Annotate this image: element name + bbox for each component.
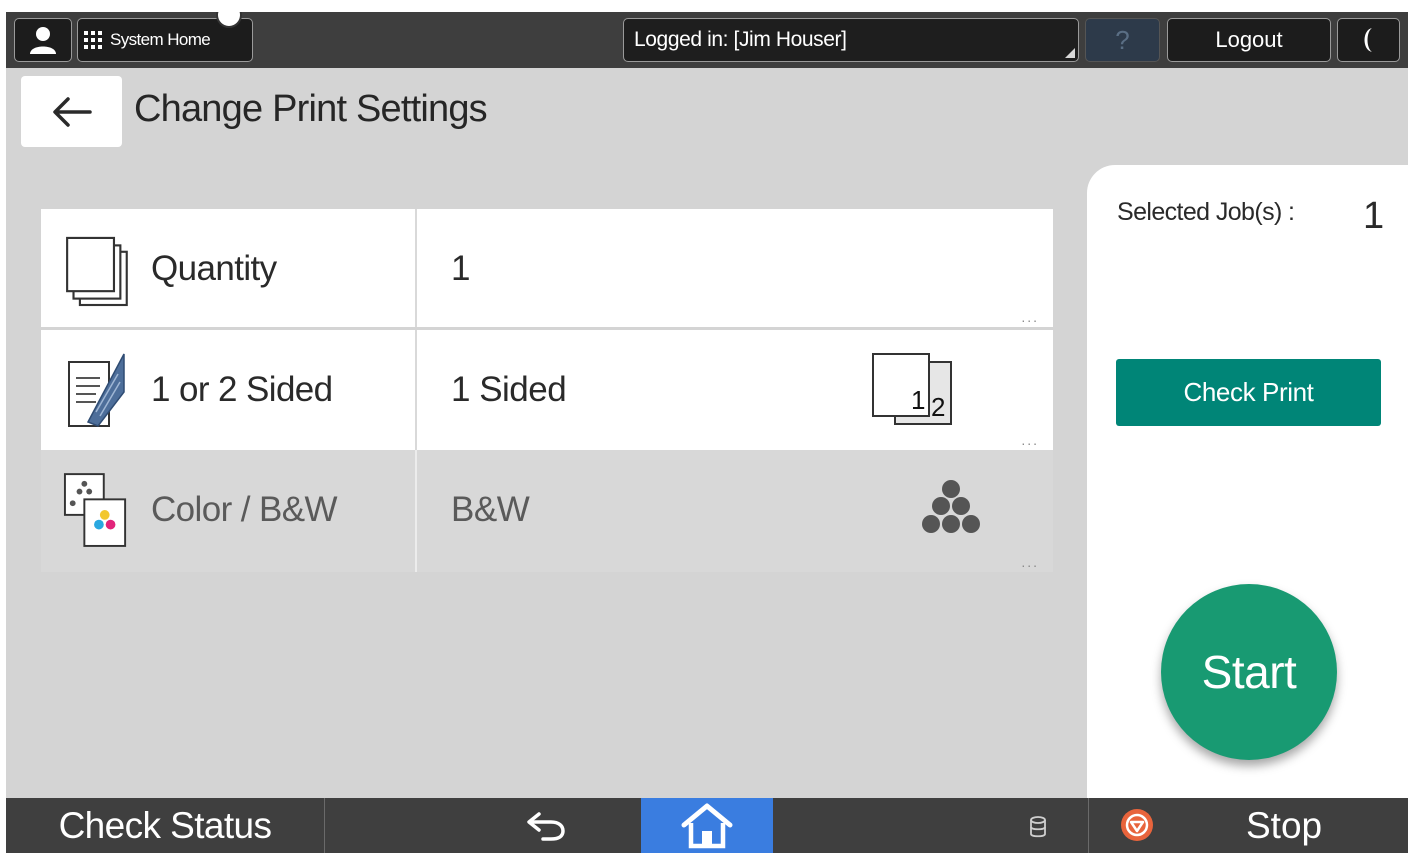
- logout-button[interactable]: Logout: [1167, 18, 1331, 62]
- stop-icon[interactable]: [1120, 808, 1154, 842]
- user-icon: [30, 27, 56, 54]
- bottom-bar: Check Status Stop: [6, 798, 1408, 853]
- more-indicator: ...: [1021, 432, 1039, 448]
- setting-label: Quantity: [151, 249, 277, 288]
- user-button[interactable]: [14, 18, 72, 62]
- black-toner-dots-icon: [922, 480, 980, 533]
- one-sided-pages-icon: 1 2: [872, 353, 952, 425]
- more-indicator: ...: [1021, 554, 1039, 570]
- duplex-sheet-icon: [68, 353, 125, 427]
- expand-corner-icon: [1065, 48, 1075, 58]
- selected-jobs-count: 1: [1363, 195, 1385, 237]
- stacked-pages-icon: [66, 236, 128, 307]
- setting-value: 1: [451, 249, 470, 288]
- undo-arrow-icon: [527, 812, 565, 841]
- home-button[interactable]: [641, 798, 773, 853]
- page-title: Change Print Settings: [134, 88, 488, 130]
- setting-label: 1 or 2 Sided: [151, 370, 333, 409]
- setting-row-color: Color / B&W B&W ...: [41, 450, 1053, 572]
- bar-divider: [324, 798, 325, 853]
- help-button[interactable]: ?: [1085, 18, 1160, 62]
- system-home-label: System Home: [110, 30, 211, 49]
- row-divider: [415, 209, 417, 327]
- login-status-field[interactable]: Logged in: [Jim Houser]: [623, 18, 1079, 62]
- back-arrow-icon: [52, 96, 92, 127]
- setting-value: 1 Sided: [451, 370, 567, 409]
- start-button[interactable]: Start: [1161, 584, 1337, 760]
- svg-text:2: 2: [931, 392, 945, 422]
- apps-grid-icon: [84, 31, 102, 49]
- stop-button[interactable]: Stop: [1246, 798, 1322, 853]
- reset-button[interactable]: [506, 806, 586, 846]
- login-status-text: Logged in: [Jim Houser]: [634, 28, 847, 51]
- help-icon: ?: [1115, 24, 1130, 55]
- setting-row-sides[interactable]: 1 or 2 Sided 1 Sided 1 2 ...: [41, 330, 1053, 450]
- bar-divider: [1088, 798, 1089, 853]
- device-screen: System Home Logged in: [Jim Houser] ? Lo…: [6, 12, 1408, 853]
- setting-value: B&W: [451, 490, 530, 529]
- logout-label: Logout: [1215, 27, 1283, 52]
- more-indicator: ...: [1021, 309, 1039, 325]
- setting-label: Color / B&W: [151, 490, 338, 529]
- energy-saver-button[interactable]: [1337, 18, 1400, 62]
- back-button[interactable]: [21, 76, 122, 147]
- check-print-button[interactable]: Check Print: [1116, 359, 1381, 426]
- svg-text:1: 1: [911, 385, 925, 415]
- row-divider: [415, 450, 417, 572]
- row-divider: [415, 330, 417, 450]
- selected-jobs-label: Selected Job(s) :: [1117, 198, 1295, 226]
- setting-row-quantity[interactable]: Quantity 1 ...: [41, 209, 1053, 327]
- color-mode-icon: [63, 473, 127, 547]
- home-icon: [681, 803, 733, 848]
- check-status-button[interactable]: Check Status: [6, 798, 324, 853]
- data-indicator-icon: [1030, 816, 1046, 838]
- moon-icon: [1364, 28, 1372, 52]
- job-side-panel: Selected Job(s) : 1 Check Print Start: [1087, 165, 1408, 805]
